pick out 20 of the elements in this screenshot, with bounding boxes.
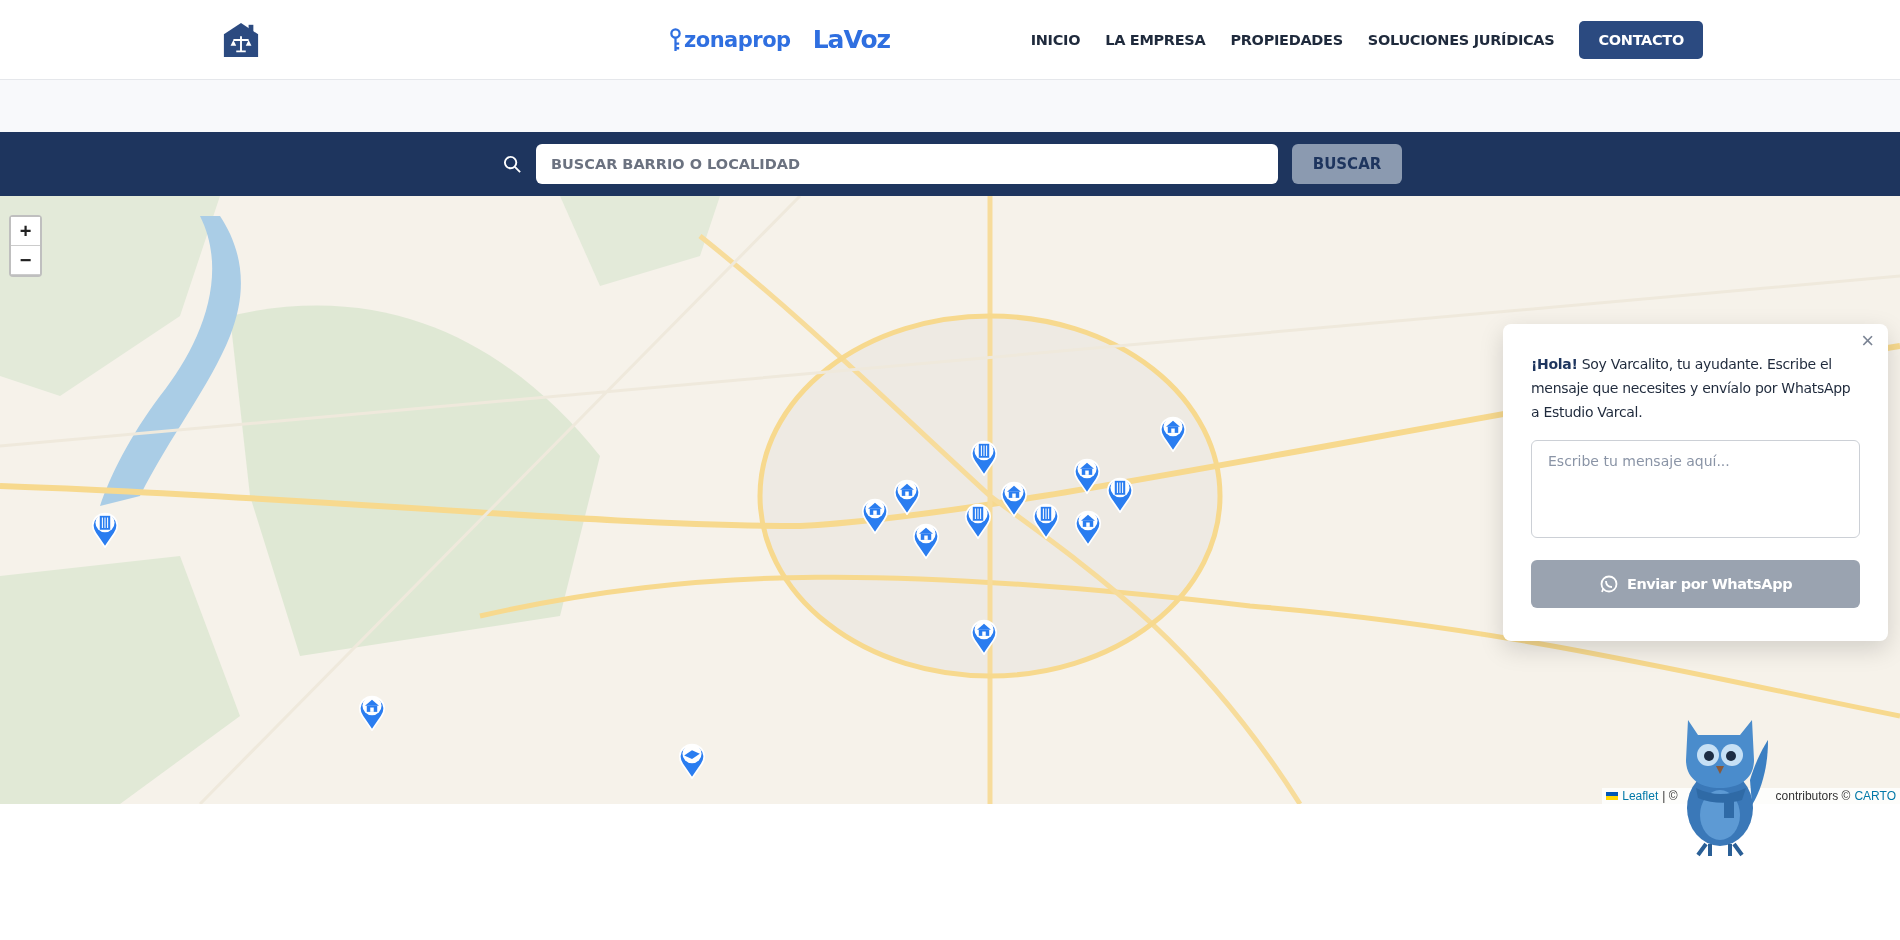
zoom-in-button[interactable]: + xyxy=(11,217,40,246)
nav-link[interactable]: INICIO xyxy=(1030,31,1081,48)
attribution-text: contributors © xyxy=(1775,789,1851,803)
message-field[interactable]: Escribe tu mensaje aquí... xyxy=(1531,440,1860,538)
carto-link[interactable]: CARTO xyxy=(1854,789,1896,803)
close-button[interactable]: × xyxy=(1861,330,1874,352)
leaflet-link[interactable]: Leaflet xyxy=(1622,789,1659,803)
contact-button[interactable]: CONTACTO xyxy=(1579,20,1703,59)
nav-link[interactable]: PROPIEDADES xyxy=(1230,31,1343,48)
attribution-text: | © xyxy=(1662,789,1678,803)
search-button[interactable]: BUSCAR xyxy=(1292,144,1402,184)
nav-link[interactable]: SOLUCIONES JURÍDICAS xyxy=(1367,31,1555,48)
search-icon xyxy=(503,154,522,174)
nav-link[interactable]: LA EMPRESA xyxy=(1105,31,1206,48)
zonaprop-logo[interactable]: zonaprop xyxy=(670,26,791,53)
whatsapp-icon xyxy=(1598,574,1619,594)
chat-message: ¡Hola! Soy Varcalito, tu ayudante. Escribe el mensaje que necesites y envíalo por WhatsApp a Estudio Varcal. xyxy=(1531,355,1852,422)
flag-icon xyxy=(1606,792,1619,800)
lavoz-logo[interactable]: LaVoz xyxy=(812,25,891,54)
search-field[interactable]: BUSCAR BARRIO O LOCALIDAD xyxy=(536,144,1278,184)
